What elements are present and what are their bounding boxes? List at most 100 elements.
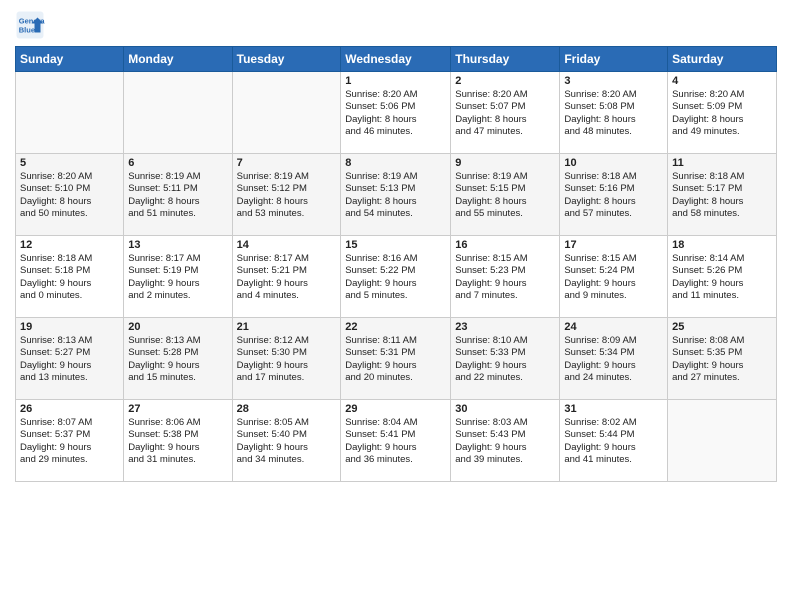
calendar-cell (668, 400, 777, 482)
calendar-week-1: 1Sunrise: 8:20 AMSunset: 5:06 PMDaylight… (16, 72, 777, 154)
day-info: Sunrise: 8:17 AM (237, 253, 337, 265)
calendar-cell: 24Sunrise: 8:09 AMSunset: 5:34 PMDayligh… (560, 318, 668, 400)
calendar-cell: 20Sunrise: 8:13 AMSunset: 5:28 PMDayligh… (124, 318, 232, 400)
day-info: and 53 minutes. (237, 208, 337, 220)
day-info: Sunset: 5:17 PM (672, 183, 772, 195)
day-info: Sunrise: 8:19 AM (345, 171, 446, 183)
calendar-cell: 29Sunrise: 8:04 AMSunset: 5:41 PMDayligh… (341, 400, 451, 482)
day-info: Daylight: 8 hours (564, 196, 663, 208)
day-info: and 22 minutes. (455, 372, 555, 384)
day-info: and 58 minutes. (672, 208, 772, 220)
day-info: and 54 minutes. (345, 208, 446, 220)
header-friday: Friday (560, 47, 668, 72)
logo-icon: General Blue (15, 10, 45, 40)
logo: General Blue (15, 10, 49, 40)
day-number: 25 (672, 321, 772, 333)
day-info: Sunrise: 8:12 AM (237, 335, 337, 347)
day-number: 14 (237, 239, 337, 251)
day-info: Sunset: 5:24 PM (564, 265, 663, 277)
day-info: Daylight: 8 hours (455, 114, 555, 126)
svg-text:General: General (19, 17, 45, 26)
calendar-cell: 4Sunrise: 8:20 AMSunset: 5:09 PMDaylight… (668, 72, 777, 154)
day-info: Daylight: 9 hours (672, 278, 772, 290)
day-info: Sunrise: 8:18 AM (672, 171, 772, 183)
day-info: Sunrise: 8:19 AM (237, 171, 337, 183)
day-info: Sunrise: 8:09 AM (564, 335, 663, 347)
day-number: 11 (672, 157, 772, 169)
day-info: Sunrise: 8:05 AM (237, 417, 337, 429)
day-info: Sunrise: 8:18 AM (20, 253, 119, 265)
day-number: 13 (128, 239, 227, 251)
day-info: and 57 minutes. (564, 208, 663, 220)
day-info: Daylight: 9 hours (455, 442, 555, 454)
day-info: and 27 minutes. (672, 372, 772, 384)
day-info: Sunset: 5:40 PM (237, 429, 337, 441)
day-info: Sunrise: 8:15 AM (564, 253, 663, 265)
day-info: Daylight: 9 hours (455, 278, 555, 290)
day-info: and 36 minutes. (345, 454, 446, 466)
day-info: Daylight: 9 hours (672, 360, 772, 372)
day-info: Daylight: 8 hours (672, 114, 772, 126)
day-number: 8 (345, 157, 446, 169)
day-info: and 39 minutes. (455, 454, 555, 466)
day-info: and 51 minutes. (128, 208, 227, 220)
day-info: Sunset: 5:35 PM (672, 347, 772, 359)
day-number: 15 (345, 239, 446, 251)
day-number: 12 (20, 239, 119, 251)
day-info: Daylight: 9 hours (20, 278, 119, 290)
svg-text:Blue: Blue (19, 26, 35, 35)
calendar-cell: 7Sunrise: 8:19 AMSunset: 5:12 PMDaylight… (232, 154, 341, 236)
day-info: Daylight: 9 hours (20, 442, 119, 454)
calendar-table: SundayMondayTuesdayWednesdayThursdayFrid… (15, 46, 777, 482)
day-info: Sunrise: 8:15 AM (455, 253, 555, 265)
day-info: and 29 minutes. (20, 454, 119, 466)
day-info: Daylight: 9 hours (20, 360, 119, 372)
day-info: Daylight: 9 hours (237, 442, 337, 454)
day-info: Sunset: 5:18 PM (20, 265, 119, 277)
calendar-week-5: 26Sunrise: 8:07 AMSunset: 5:37 PMDayligh… (16, 400, 777, 482)
calendar-cell: 27Sunrise: 8:06 AMSunset: 5:38 PMDayligh… (124, 400, 232, 482)
day-info: Sunset: 5:12 PM (237, 183, 337, 195)
day-info: Daylight: 9 hours (455, 360, 555, 372)
day-info: Sunrise: 8:20 AM (564, 89, 663, 101)
header: General Blue (15, 10, 777, 40)
day-number: 16 (455, 239, 555, 251)
day-info: Sunset: 5:28 PM (128, 347, 227, 359)
day-info: Daylight: 9 hours (345, 360, 446, 372)
header-tuesday: Tuesday (232, 47, 341, 72)
calendar-cell: 26Sunrise: 8:07 AMSunset: 5:37 PMDayligh… (16, 400, 124, 482)
day-info: Sunrise: 8:20 AM (345, 89, 446, 101)
day-info: Sunrise: 8:07 AM (20, 417, 119, 429)
day-number: 27 (128, 403, 227, 415)
header-wednesday: Wednesday (341, 47, 451, 72)
calendar-cell: 2Sunrise: 8:20 AMSunset: 5:07 PMDaylight… (451, 72, 560, 154)
calendar-cell (16, 72, 124, 154)
day-info: and 13 minutes. (20, 372, 119, 384)
day-info: Daylight: 9 hours (128, 278, 227, 290)
day-info: Sunset: 5:06 PM (345, 101, 446, 113)
day-info: Sunset: 5:26 PM (672, 265, 772, 277)
day-info: and 50 minutes. (20, 208, 119, 220)
calendar-cell (232, 72, 341, 154)
day-info: Daylight: 8 hours (20, 196, 119, 208)
day-info: Sunset: 5:13 PM (345, 183, 446, 195)
day-number: 23 (455, 321, 555, 333)
day-info: Sunrise: 8:14 AM (672, 253, 772, 265)
calendar-week-3: 12Sunrise: 8:18 AMSunset: 5:18 PMDayligh… (16, 236, 777, 318)
day-info: Sunrise: 8:20 AM (455, 89, 555, 101)
day-info: Sunrise: 8:08 AM (672, 335, 772, 347)
day-number: 3 (564, 75, 663, 87)
calendar-cell: 9Sunrise: 8:19 AMSunset: 5:15 PMDaylight… (451, 154, 560, 236)
day-info: Sunset: 5:23 PM (455, 265, 555, 277)
calendar-header-row: SundayMondayTuesdayWednesdayThursdayFrid… (16, 47, 777, 72)
day-info: Daylight: 9 hours (237, 360, 337, 372)
day-number: 29 (345, 403, 446, 415)
calendar-cell: 6Sunrise: 8:19 AMSunset: 5:11 PMDaylight… (124, 154, 232, 236)
day-info: Sunrise: 8:18 AM (564, 171, 663, 183)
calendar-cell: 13Sunrise: 8:17 AMSunset: 5:19 PMDayligh… (124, 236, 232, 318)
day-info: Daylight: 8 hours (128, 196, 227, 208)
calendar-cell: 25 Sunrise: 8:08 AMSunset: 5:35 PMDayligh… (668, 318, 777, 400)
calendar-cell: 8Sunrise: 8:19 AMSunset: 5:13 PMDaylight… (341, 154, 451, 236)
calendar-cell: 23Sunrise: 8:10 AMSunset: 5:33 PMDayligh… (451, 318, 560, 400)
day-number: 24 (564, 321, 663, 333)
